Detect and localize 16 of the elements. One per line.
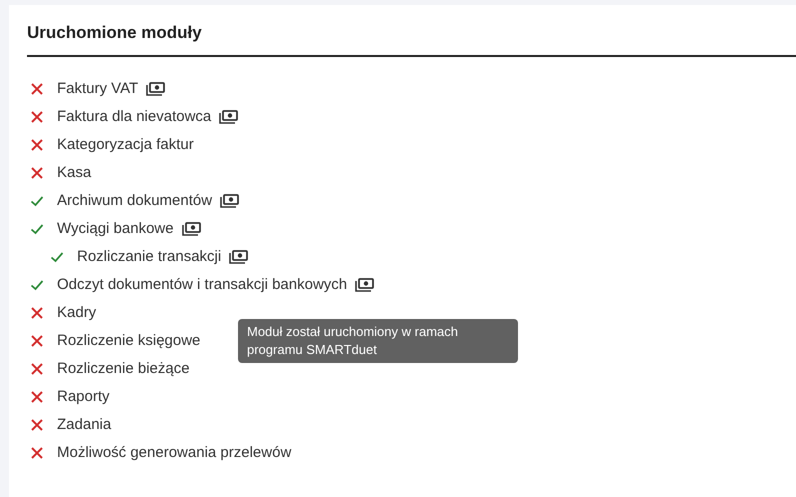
module-label: Kasa bbox=[57, 162, 92, 183]
module-label: Kategoryzacja faktur bbox=[57, 134, 194, 155]
module-label: Rozliczenie bieżące bbox=[57, 358, 190, 379]
module-label: Rozliczanie transakcji bbox=[77, 246, 222, 267]
module-label: Odczyt dokumentów i transakcji bankowych bbox=[57, 274, 348, 295]
module-label: Archiwum dokumentów bbox=[57, 190, 212, 211]
module-label: Faktury VAT bbox=[57, 78, 138, 99]
module-label: Faktura dla nievatowca bbox=[57, 106, 212, 127]
module-label: Możliwość generowania przelewów bbox=[57, 442, 292, 463]
module-label: Raporty bbox=[57, 386, 110, 407]
module-label: Zadania bbox=[57, 414, 112, 435]
tooltip: Moduł został uruchomiony w ramach programu SMARTduet bbox=[238, 319, 518, 363]
module-label: Kadry bbox=[57, 302, 96, 323]
module-label: Rozliczenie księgowe bbox=[57, 330, 200, 351]
section-title: Uruchomione moduły bbox=[27, 22, 202, 44]
module-label: Wyciągi bankowe bbox=[57, 218, 174, 239]
